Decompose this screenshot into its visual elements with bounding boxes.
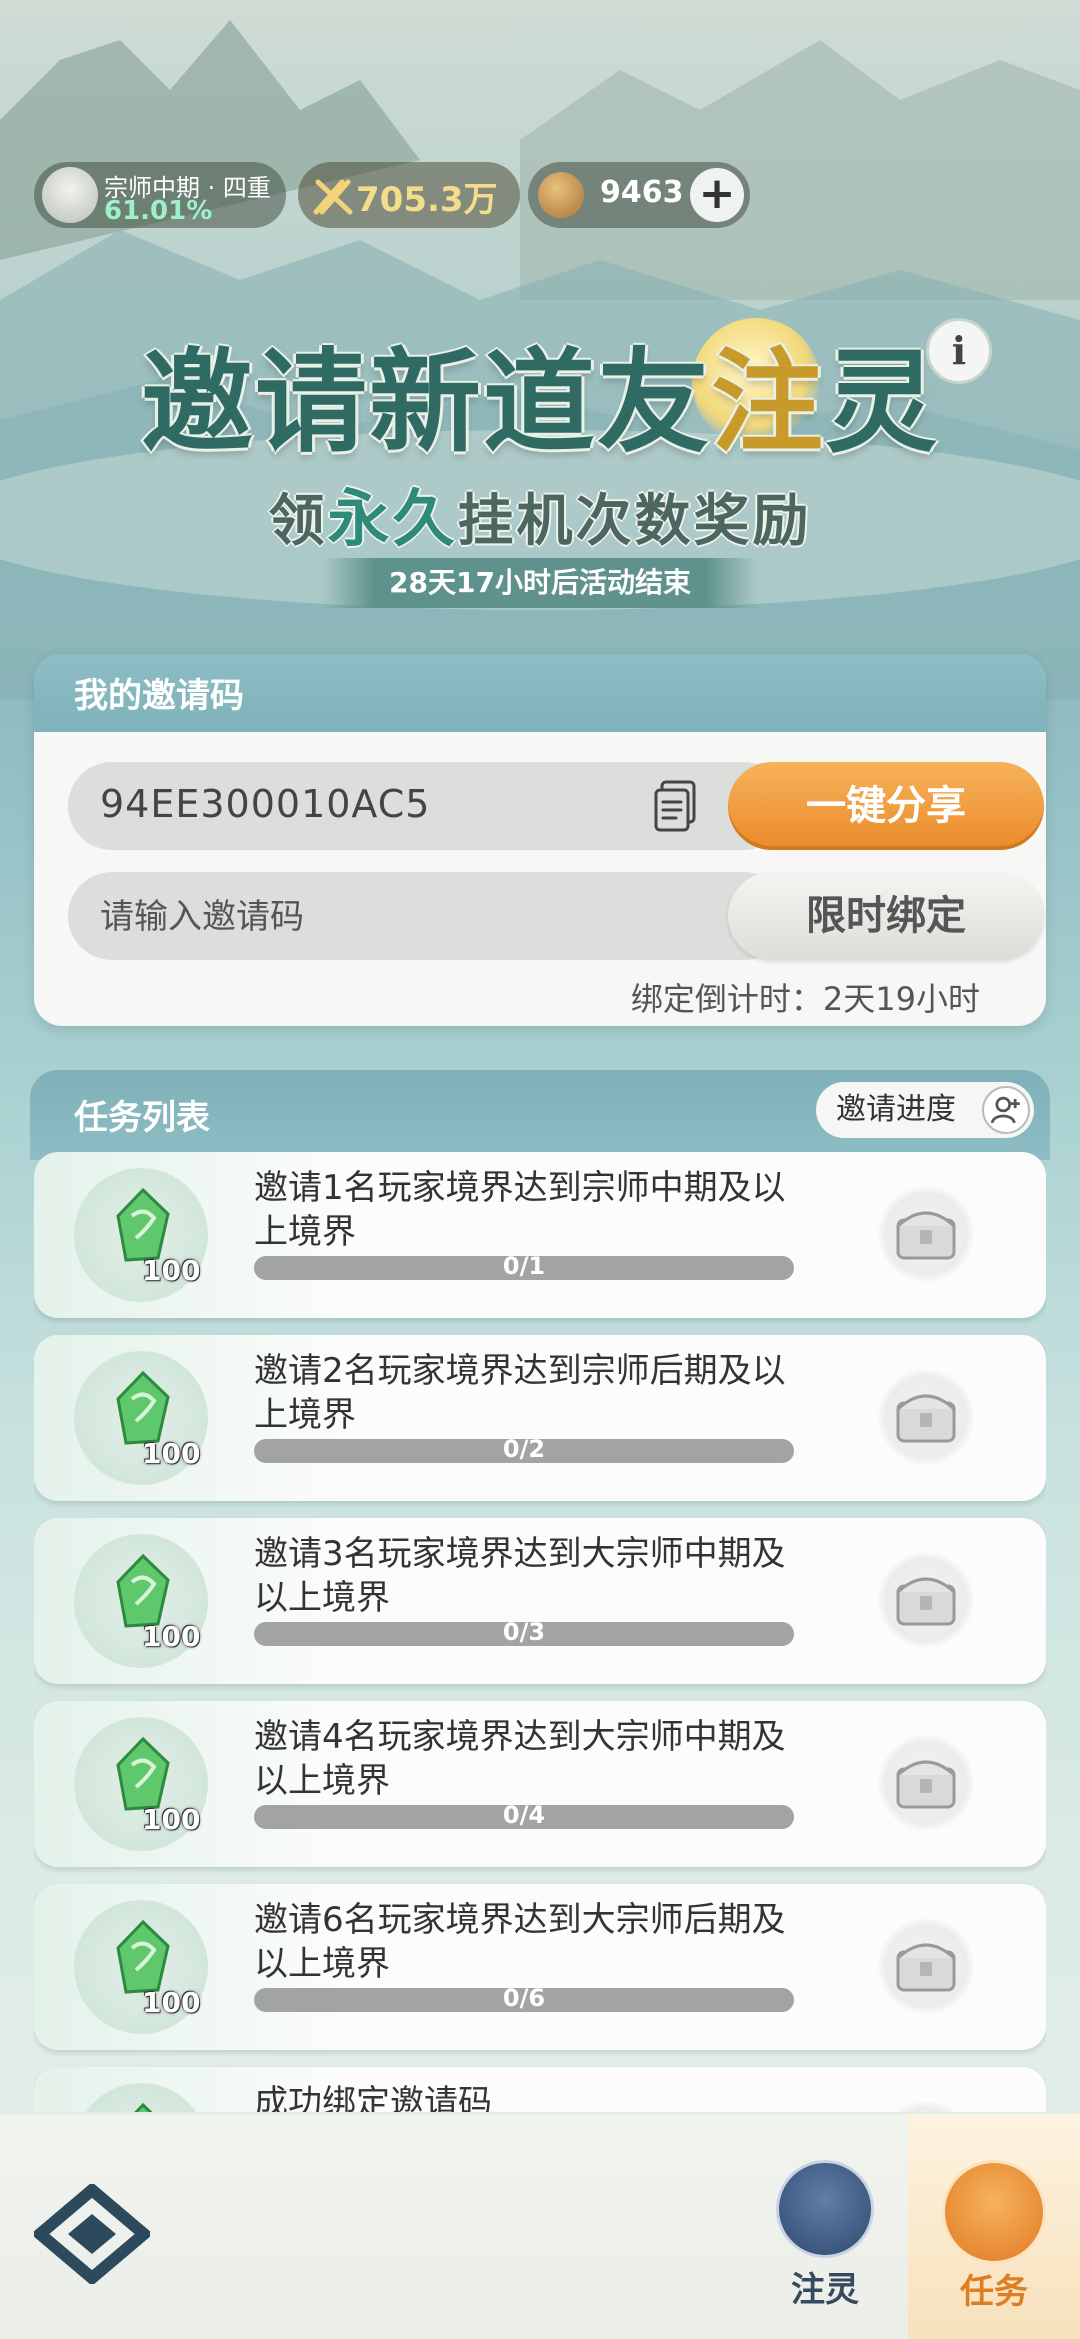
nav-inject[interactable]: 注灵 <box>770 2160 880 2310</box>
leaf-icon <box>776 2160 874 2258</box>
task-progress-label: 0/3 <box>502 1618 546 1646</box>
task-card: 100 邀请2名玩家境界达到宗师后期及以上境界 0/2 <box>34 1335 1046 1501</box>
invite-code-input[interactable] <box>98 886 702 948</box>
bind-button[interactable]: 限时绑定 <box>728 872 1044 960</box>
treasure-chest-icon[interactable] <box>878 1552 974 1648</box>
treasure-chest-icon[interactable] <box>878 2101 974 2112</box>
invite-code-panel: 我的邀请码 94EE300010AC5 一键分享 限时绑定 绑定倒计时：2天19… <box>34 654 1046 1026</box>
rank-status[interactable]: 宗师中期 · 四重 61.01% <box>34 162 286 228</box>
jade-reward-icon[interactable] <box>112 1369 174 1447</box>
invite-code-field: 94EE300010AC5 <box>68 762 788 850</box>
treasure-chest-icon[interactable] <box>878 1735 974 1831</box>
task-description: 成功绑定邀请码 <box>254 2083 492 2112</box>
treasure-chest-icon[interactable] <box>878 1918 974 2014</box>
jade-reward-icon[interactable] <box>112 1918 174 1996</box>
bind-countdown: 绑定倒计时：2天19小时 <box>630 980 980 1018</box>
jade-reward-icon[interactable] <box>112 1186 174 1264</box>
rank-progress-percent: 61.01% <box>104 196 213 226</box>
character-avatar-icon <box>42 167 98 223</box>
spirit-coin-icon <box>538 172 584 218</box>
event-subtitle-part: 挂机次数奖励 <box>457 489 812 554</box>
task-list: 100 邀请1名玩家境界达到宗师中期及以上境界 0/1 100 邀请2名玩家境界达到宗师… <box>34 1152 1046 2112</box>
task-card: 100 邀请3名玩家境界达到大宗师中期及以上境界 0/3 <box>34 1518 1046 1684</box>
invite-progress-label: 邀请进度 <box>836 1092 956 1127</box>
invite-code-row: 94EE300010AC5 一键分享 <box>68 762 1046 850</box>
task-card: 100 邀请4名玩家境界达到大宗师中期及以上境界 0/4 <box>34 1701 1046 1867</box>
add-person-icon <box>982 1086 1030 1134</box>
crossed-swords-icon <box>313 179 353 215</box>
task-progress-bar: 0/4 <box>254 1801 794 1829</box>
reward-quantity: 100 <box>142 1986 201 2019</box>
nav-task[interactable]: 任务 <box>908 2114 1080 2339</box>
task-progress-label: 0/1 <box>502 1252 546 1280</box>
task-progress-bar: 0/3 <box>254 1618 794 1646</box>
event-subtitle: 领永久挂机次数奖励 <box>0 468 1080 558</box>
currency-balance[interactable]: 9463 + <box>528 162 750 228</box>
event-subtitle-part: 领 <box>268 489 328 554</box>
event-title: 邀请新道友注灵 <box>0 312 1080 474</box>
task-progress-bar: 0/2 <box>254 1435 794 1463</box>
event-subtitle-emphasis: 永久 <box>327 482 458 555</box>
treasure-chest-icon[interactable] <box>878 1369 974 1465</box>
task-card: 100 邀请6名玩家境界达到大宗师后期及以上境界 0/6 <box>34 1884 1046 2050</box>
jade-reward-icon[interactable] <box>112 1552 174 1630</box>
invite-progress-button[interactable]: 邀请进度 <box>816 1082 1034 1138</box>
nav-task-label: 任务 <box>960 2272 1028 2312</box>
task-progress-label: 0/2 <box>502 1435 546 1463</box>
invite-code-text: 94EE300010AC5 <box>100 782 431 826</box>
combat-power[interactable]: 705.3万 <box>298 162 520 228</box>
combat-power-value: 705.3万 <box>356 180 498 220</box>
task-list-title: 任务列表 <box>74 1098 210 1138</box>
event-timer: 28天17小时后活动结束 <box>322 558 758 608</box>
reward-quantity: 100 <box>142 1803 201 1836</box>
task-progress-bar: 0/1 <box>254 1252 794 1280</box>
task-description: 邀请4名玩家境界达到大宗师中期及以上境界 <box>254 1717 786 1801</box>
game-logo-icon[interactable] <box>34 2184 150 2284</box>
invite-panel-title: 我的邀请码 <box>34 654 1046 732</box>
reward-quantity: 100 <box>142 1254 201 1287</box>
task-card: 成功绑定邀请码 <box>34 2067 1046 2112</box>
nav-inject-label: 注灵 <box>791 2270 859 2310</box>
task-scroll-icon <box>942 2160 1046 2264</box>
info-button[interactable]: i <box>926 318 992 384</box>
task-description: 邀请3名玩家境界达到大宗师中期及以上境界 <box>254 1534 786 1618</box>
event-title-part: 邀请新道友 <box>141 338 711 468</box>
jade-reward-icon[interactable] <box>112 1735 174 1813</box>
invite-code-input-wrap <box>68 872 788 960</box>
event-title-highlight: 注 <box>711 338 825 468</box>
bottom-nav: 注灵 任务 <box>0 2114 1080 2339</box>
task-list-header: 任务列表 邀请进度 <box>30 1070 1050 1160</box>
reward-quantity: 100 <box>142 1620 201 1653</box>
copy-icon[interactable] <box>646 776 706 836</box>
jade-reward-icon[interactable] <box>112 2101 174 2112</box>
task-card: 100 邀请1名玩家境界达到宗师中期及以上境界 0/1 <box>34 1152 1046 1318</box>
task-description: 邀请2名玩家境界达到宗师后期及以上境界 <box>254 1351 786 1435</box>
add-currency-button[interactable]: + <box>690 168 744 222</box>
task-progress-label: 0/4 <box>502 1801 546 1829</box>
task-description: 邀请6名玩家境界达到大宗师后期及以上境界 <box>254 1900 786 1984</box>
event-title-part: 灵 <box>825 338 939 468</box>
reward-quantity: 100 <box>142 1437 201 1470</box>
treasure-chest-icon[interactable] <box>878 1186 974 1282</box>
task-progress-bar: 0/6 <box>254 1984 794 2012</box>
currency-value: 9463 <box>600 175 684 210</box>
task-description: 邀请1名玩家境界达到宗师中期及以上境界 <box>254 1168 786 1252</box>
share-button[interactable]: 一键分享 <box>728 762 1044 850</box>
task-progress-label: 0/6 <box>502 1984 546 2012</box>
invite-input-row: 限时绑定 <box>68 872 1046 960</box>
